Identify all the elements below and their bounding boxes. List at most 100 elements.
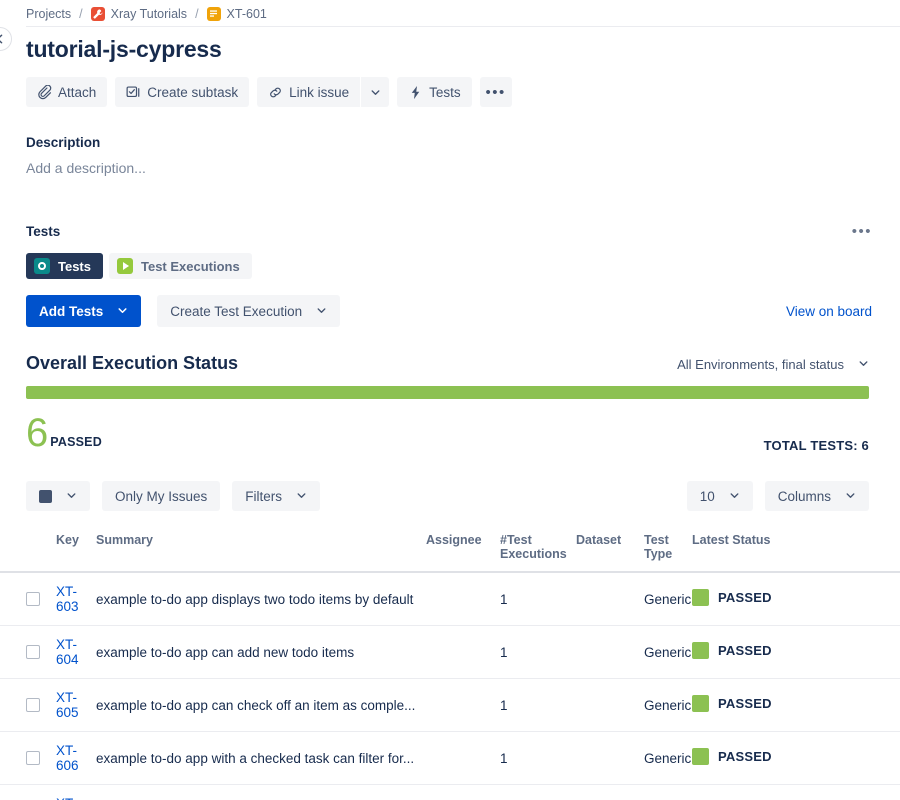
row-checkbox[interactable] bbox=[26, 645, 40, 659]
row-test-type-cell: Generic bbox=[640, 679, 688, 732]
column-header-dataset[interactable]: Dataset bbox=[572, 525, 640, 572]
status-badge: PASSED bbox=[692, 642, 772, 659]
page-size-dropdown[interactable]: 10 bbox=[687, 481, 753, 511]
description-heading: Description bbox=[0, 135, 900, 150]
tests-panel-title: Tests bbox=[26, 224, 60, 239]
row-assignee-cell bbox=[422, 785, 496, 800]
chevron-down-icon bbox=[370, 87, 381, 98]
row-dataset-cell bbox=[572, 572, 640, 626]
breadcrumb-issue-key[interactable]: XT-601 bbox=[227, 7, 267, 21]
table-row[interactable]: XT-606 example to-do app with a checked t… bbox=[0, 732, 900, 785]
status-label: PASSED bbox=[718, 590, 772, 605]
row-select-cell bbox=[0, 572, 52, 626]
only-my-issues-label: Only My Issues bbox=[115, 489, 207, 504]
test-executions-icon bbox=[117, 258, 133, 274]
column-header-test-type[interactable]: Test Type bbox=[640, 525, 688, 572]
attach-button[interactable]: Attach bbox=[26, 77, 107, 107]
row-latest-status-cell: PASSED bbox=[688, 785, 900, 800]
chevron-down-icon bbox=[117, 304, 128, 319]
add-tests-button-label: Add Tests bbox=[39, 304, 103, 319]
row-latest-status-cell: PASSED bbox=[688, 679, 900, 732]
link-issue-button[interactable]: Link issue bbox=[257, 77, 360, 107]
tests-table: Key Summary Assignee #Test Executions Da… bbox=[0, 525, 900, 800]
tests-action-button[interactable]: Tests bbox=[397, 77, 472, 107]
status-badge: PASSED bbox=[692, 589, 772, 606]
view-on-board-link[interactable]: View on board bbox=[786, 304, 872, 319]
column-header-summary[interactable]: Summary bbox=[92, 525, 422, 572]
issue-key-link[interactable]: XT-604 bbox=[56, 637, 79, 667]
table-row[interactable]: XT-607 example to-do app with a checked t… bbox=[0, 785, 900, 800]
link-icon bbox=[268, 85, 283, 100]
chevron-down-icon bbox=[729, 489, 740, 504]
column-header-latest-status[interactable]: Latest Status bbox=[688, 525, 900, 572]
create-subtask-button[interactable]: Create subtask bbox=[115, 77, 249, 107]
row-summary-cell: example to-do app with a checked task ca… bbox=[92, 732, 422, 785]
row-key-cell: XT-604 bbox=[52, 626, 92, 679]
column-header-test-executions[interactable]: #Test Executions bbox=[496, 525, 572, 572]
passed-count-group: 6 PASSED bbox=[26, 413, 102, 453]
environment-filter-dropdown[interactable]: All Environments, final status bbox=[677, 357, 869, 372]
execution-status-bar[interactable] bbox=[26, 386, 869, 399]
table-row[interactable]: XT-604example to-do app can add new todo… bbox=[0, 626, 900, 679]
tab-tests[interactable]: Tests bbox=[26, 253, 103, 279]
tests-table-head: Key Summary Assignee #Test Executions Da… bbox=[0, 525, 900, 572]
issue-detail-page: Projects / Xray Tutorials / XT-601 tutor… bbox=[0, 0, 900, 800]
create-subtask-button-label: Create subtask bbox=[147, 85, 238, 100]
tab-test-executions[interactable]: Test Executions bbox=[109, 253, 252, 279]
add-tests-button[interactable]: Add Tests bbox=[26, 295, 141, 327]
filters-dropdown[interactable]: Filters bbox=[232, 481, 320, 511]
only-my-issues-button[interactable]: Only My Issues bbox=[102, 481, 220, 511]
tests-panel-more-icon[interactable]: ••• bbox=[852, 227, 872, 237]
status-filter-dropdown[interactable] bbox=[26, 481, 90, 511]
breadcrumb-projects-link[interactable]: Projects bbox=[26, 7, 71, 21]
create-test-execution-button-label: Create Test Execution bbox=[170, 304, 302, 319]
row-select-cell bbox=[0, 732, 52, 785]
subtask-icon bbox=[126, 85, 141, 100]
environment-filter-label: All Environments, final status bbox=[677, 357, 844, 372]
row-checkbox[interactable] bbox=[26, 592, 40, 606]
row-assignee-cell bbox=[422, 732, 496, 785]
issue-key-link[interactable]: XT-605 bbox=[56, 690, 79, 720]
paperclip-icon bbox=[37, 85, 52, 100]
chevron-down-icon bbox=[66, 489, 77, 504]
total-tests-label: TOTAL TESTS: 6 bbox=[764, 438, 869, 453]
issue-key-link[interactable]: XT-607 bbox=[56, 796, 79, 800]
link-issue-dropdown-button[interactable] bbox=[361, 77, 389, 107]
overall-execution-status-title: Overall Execution Status bbox=[26, 353, 238, 374]
row-summary-cell: example to-do app with a checked task ca… bbox=[92, 785, 422, 800]
breadcrumb-divider bbox=[26, 26, 900, 27]
row-summary-cell: example to-do app displays two todo item… bbox=[92, 572, 422, 626]
chevron-down-icon bbox=[316, 304, 327, 319]
row-latest-status-cell: PASSED bbox=[688, 572, 900, 626]
issue-key-link[interactable]: XT-603 bbox=[56, 584, 79, 614]
passed-label: PASSED bbox=[50, 435, 102, 449]
page-title: tutorial-js-cypress bbox=[0, 27, 900, 63]
tests-filter-toolbar: Only My Issues Filters 10 Columns bbox=[0, 481, 900, 511]
row-dataset-cell bbox=[572, 679, 640, 732]
row-select-cell bbox=[0, 679, 52, 732]
issue-key-link[interactable]: XT-606 bbox=[56, 743, 79, 773]
create-test-execution-button[interactable]: Create Test Execution bbox=[157, 295, 340, 327]
column-header-key[interactable]: Key bbox=[52, 525, 92, 572]
row-checkbox[interactable] bbox=[26, 751, 40, 765]
row-latest-status-cell: PASSED bbox=[688, 732, 900, 785]
row-assignee-cell bbox=[422, 572, 496, 626]
status-color-swatch bbox=[692, 695, 709, 712]
row-assignee-cell bbox=[422, 679, 496, 732]
row-key-cell: XT-605 bbox=[52, 679, 92, 732]
more-horizontal-icon[interactable]: ••• bbox=[480, 77, 512, 107]
tab-test-executions-label: Test Executions bbox=[141, 259, 240, 274]
status-label: PASSED bbox=[718, 696, 772, 711]
column-header-assignee[interactable]: Assignee bbox=[422, 525, 496, 572]
columns-dropdown[interactable]: Columns bbox=[765, 481, 869, 511]
row-dataset-cell bbox=[572, 732, 640, 785]
row-latest-status-cell: PASSED bbox=[688, 626, 900, 679]
row-checkbox[interactable] bbox=[26, 698, 40, 712]
table-row[interactable]: XT-603 example to-do app displays two tod… bbox=[0, 572, 900, 626]
column-header-test-executions-line1: #Test bbox=[500, 533, 532, 547]
table-row[interactable]: XT-605example to-do app can check off an… bbox=[0, 679, 900, 732]
status-badge: PASSED bbox=[692, 748, 772, 765]
description-placeholder[interactable]: Add a description... bbox=[0, 160, 900, 176]
chevron-down-icon bbox=[296, 489, 307, 504]
breadcrumb-project-link[interactable]: Xray Tutorials bbox=[111, 7, 187, 21]
